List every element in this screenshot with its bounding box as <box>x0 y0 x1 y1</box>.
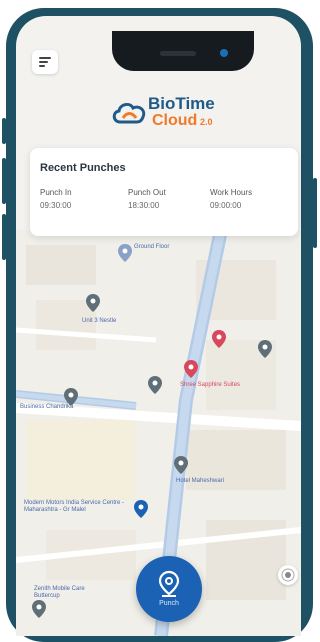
map-pin-icon[interactable] <box>148 376 162 394</box>
locate-button[interactable] <box>278 565 298 585</box>
recent-punches-card: Recent Punches Punch In 09:30:00 Punch O… <box>30 148 298 236</box>
map-pin-icon[interactable] <box>212 330 226 348</box>
map-pin-icon[interactable] <box>184 360 198 378</box>
power-button <box>313 178 317 248</box>
work-hours-column: Work Hours 09:00:00 <box>210 188 252 210</box>
punch-out-value: 18:30:00 <box>128 201 160 210</box>
notch <box>112 31 254 71</box>
map-label-hotel: Hotel Maheshwari <box>176 478 225 484</box>
work-hours-label: Work Hours <box>210 188 253 197</box>
punch-in-value: 09:30:00 <box>40 201 72 210</box>
recent-punches-title: Recent Punches <box>40 162 126 174</box>
cloud-logo-icon <box>112 102 146 124</box>
menu-icon-line <box>39 61 48 63</box>
speaker <box>160 51 196 56</box>
punch-out-column: Punch Out 18:30:00 <box>128 188 166 210</box>
map-label-modern-motors: Modern Motors India Service Centre - Mah… <box>24 500 125 513</box>
menu-icon <box>39 57 51 59</box>
camera <box>220 49 228 57</box>
punch-button-label: Punch <box>159 600 179 607</box>
volume-down-button <box>2 214 6 260</box>
brand-logo: BioTime Cloud 2.0 <box>108 90 238 136</box>
silent-switch <box>2 118 6 144</box>
map-pin-icon[interactable] <box>118 244 132 262</box>
map-pin-icon[interactable] <box>32 600 46 618</box>
map-pin-icon[interactable] <box>174 456 188 474</box>
map-label-business: Business Chandrika <box>20 404 74 410</box>
punch-in-label: Punch In <box>40 188 72 197</box>
menu-button[interactable] <box>32 50 58 74</box>
map-label-ground-floor: Ground Floor <box>134 244 170 250</box>
punch-out-label: Punch Out <box>128 188 166 197</box>
menu-icon-line <box>39 65 45 67</box>
punch-in-column: Punch In 09:30:00 <box>40 188 72 210</box>
brand-version: 2.0 <box>200 117 213 127</box>
map-label-sapphire: Shree Sapphire Suites <box>180 382 241 388</box>
work-hours-value: 09:00:00 <box>210 201 242 210</box>
map-label-unit-3: Unit 3 Nestle <box>82 318 117 324</box>
punch-button[interactable]: Punch <box>136 556 202 622</box>
brand-name-cloud: Cloud <box>152 112 198 129</box>
brand-name-biotime: BioTime <box>148 94 215 113</box>
punch-location-icon <box>158 570 180 597</box>
map-pin-icon[interactable] <box>86 294 100 312</box>
volume-up-button <box>2 158 6 204</box>
map-pin-icon[interactable] <box>258 340 272 358</box>
map-pin-icon[interactable] <box>134 500 148 518</box>
map-label-zenith: Zenith Mobile Care Buttercup <box>34 586 85 599</box>
locate-icon <box>281 568 295 582</box>
